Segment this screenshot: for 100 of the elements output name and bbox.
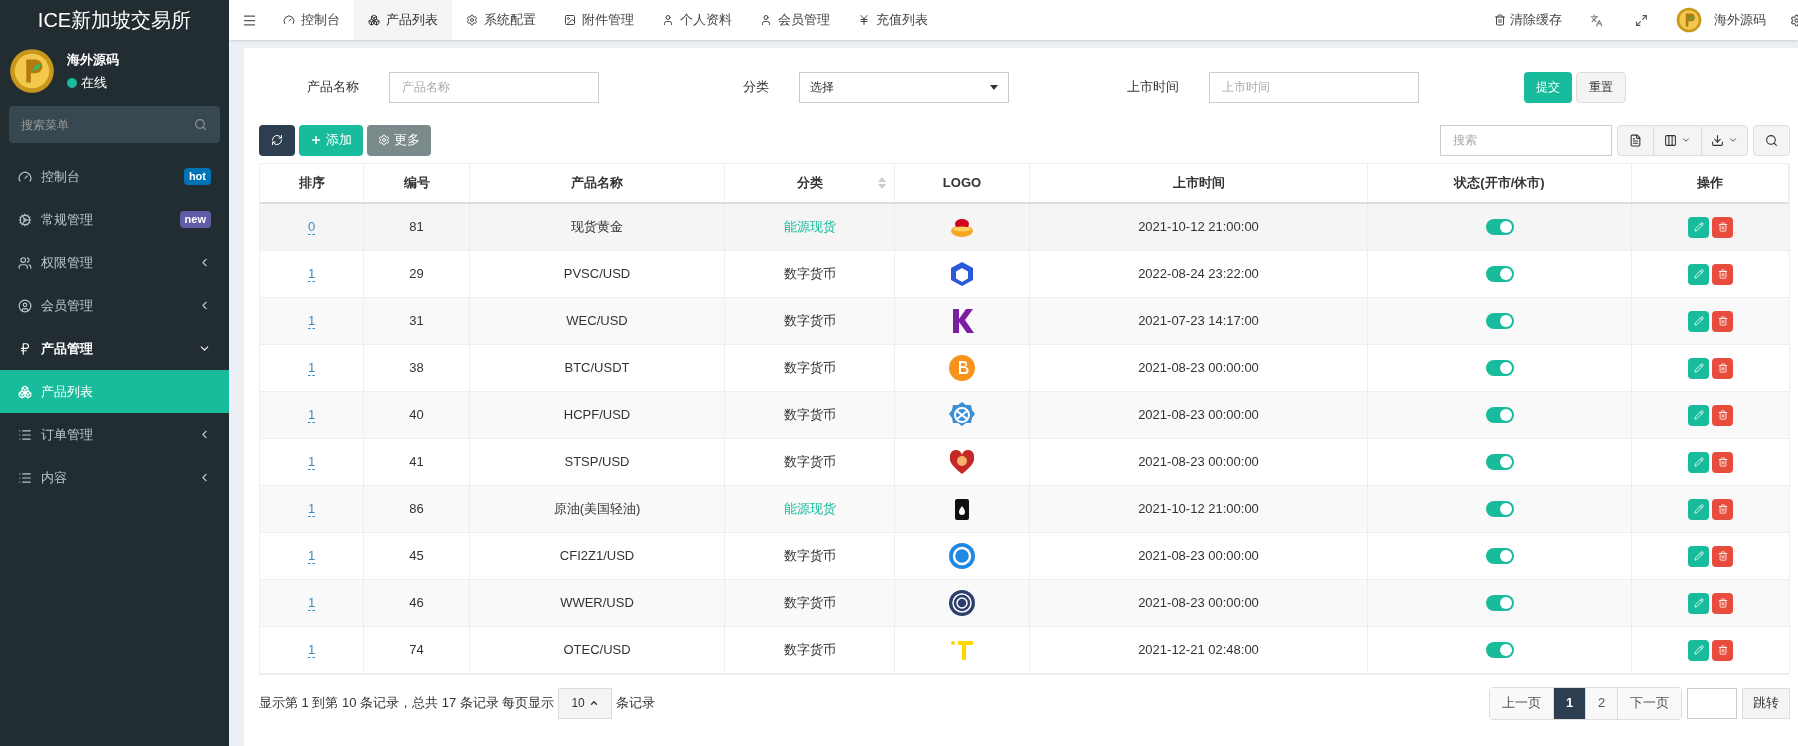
more-button[interactable]: 更多 [367,124,431,156]
status-toggle[interactable] [1485,548,1514,564]
filter-input[interactable]: 产品名称 [389,71,599,103]
table-cell-text: 2021-08-23 00:00:00 [1138,359,1259,378]
reset-button[interactable]: 重置 [1576,71,1626,103]
delete-button[interactable] [1712,310,1733,332]
table-cell-text: CFI2Z1/USD [559,547,635,566]
page-button[interactable]: 1 [1554,687,1586,719]
avatar-icon [1676,7,1702,33]
status-toggle[interactable] [1485,407,1514,423]
menu-search-field[interactable]: 搜索菜单 [9,106,220,143]
sidebar-item[interactable]: 权限管理 [0,241,229,284]
edit-button[interactable] [1688,639,1709,661]
nav-tab[interactable]: 会员管理 [746,0,844,40]
column-header[interactable]: 排序 [298,173,325,193]
status-toggle[interactable] [1485,313,1514,329]
delete-button[interactable] [1712,357,1733,379]
table-search-field[interactable]: 搜索 [1440,124,1612,156]
page-jump-field[interactable] [1687,687,1737,719]
toggle-view-button[interactable] [1617,124,1654,156]
knot-badge-icon [948,401,976,429]
edit-button[interactable] [1688,263,1709,285]
category-text: 能源现货 [783,500,836,519]
nav-tab[interactable]: 控制台 [269,0,354,40]
edit-button[interactable] [1688,545,1709,567]
image-icon [564,14,576,26]
column-header[interactable]: 上市时间 [1172,173,1225,193]
clear-cache-button[interactable]: 清除缓存 [1482,10,1574,30]
delete-button[interactable] [1712,216,1733,238]
refresh-button[interactable] [259,124,295,156]
pencil-icon [1693,551,1704,561]
sort-order-link[interactable]: 1 [307,454,316,470]
column-header[interactable]: 状态(开市/休市) [1454,173,1545,193]
nav-tab[interactable]: 充值列表 [844,0,942,40]
status-toggle[interactable] [1485,454,1514,470]
sidebar-item[interactable]: 常规管理 new [0,198,229,241]
nav-tab[interactable]: 产品列表 [354,0,452,40]
column-header[interactable]: 操作 [1697,173,1723,193]
filter-input[interactable]: 上市时间 [1209,71,1419,103]
sidebar-item[interactable]: 控制台 hot [0,155,229,198]
edit-button[interactable] [1688,357,1709,379]
plus-icon [310,134,322,146]
delete-button[interactable] [1712,498,1733,520]
user-name: 海外源码 [67,50,119,69]
sort-order-link[interactable]: 1 [307,642,316,658]
edit-button[interactable] [1688,404,1709,426]
delete-button[interactable] [1712,639,1733,661]
status-toggle[interactable] [1485,360,1514,376]
column-header[interactable]: LOGO [942,173,982,193]
sort-order-link[interactable]: 0 [307,219,316,235]
category-text: 数字货币 [783,265,836,284]
status-toggle[interactable] [1485,642,1514,658]
category-select[interactable]: 选择 [799,71,1009,103]
trash-icon [1717,222,1728,232]
edit-button[interactable] [1688,498,1709,520]
sidebar-item[interactable]: 内容 [0,456,229,499]
nav-tab[interactable]: 个人资料 [648,0,746,40]
columns-button[interactable] [1654,124,1701,156]
sort-order-link[interactable]: 1 [307,360,316,376]
edit-button[interactable] [1688,216,1709,238]
sort-order-link[interactable]: 1 [307,548,316,564]
export-button[interactable] [1701,124,1748,156]
page-button[interactable]: 2 [1586,687,1618,719]
trash-icon [1717,504,1728,514]
filter-label: 产品名称 [306,78,360,97]
search-button[interactable] [1753,124,1790,156]
table-cell-text: OTEC/USD [563,641,631,660]
edit-button[interactable] [1688,451,1709,473]
delete-button[interactable] [1712,451,1733,473]
column-header[interactable]: 产品名称 [571,173,623,193]
table-cell-text: WEC/USD [566,312,628,331]
prev-page-button[interactable]: 上一页 [1490,687,1554,719]
nav-tab[interactable]: 附件管理 [550,0,648,40]
user-name[interactable]: 海外源码 [1714,10,1766,30]
trash-icon [1717,645,1728,655]
pencil-icon [1693,410,1704,420]
edit-button[interactable] [1688,592,1709,614]
sidebar-item[interactable]: 会员管理 [0,284,229,327]
status-toggle[interactable] [1485,219,1514,235]
column-header[interactable]: 分类 [796,173,823,193]
sort-icon [878,177,886,189]
page-size-dropdown[interactable]: 10 [558,687,612,719]
status-toggle[interactable] [1485,501,1514,517]
sort-order-link[interactable]: 1 [307,266,316,282]
next-page-button[interactable]: 下一页 [1618,687,1681,719]
avatar-icon [9,48,55,94]
status-toggle[interactable] [1485,595,1514,611]
delete-button[interactable] [1712,545,1733,567]
delete-button[interactable] [1712,263,1733,285]
edit-button[interactable] [1688,310,1709,332]
column-header[interactable]: 编号 [403,173,430,193]
caret-icon [1681,135,1691,145]
nav-tab[interactable]: 系统配置 [452,0,550,40]
jump-button[interactable]: 跳转 [1742,687,1790,719]
sidebar-item[interactable]: 产品管理 [0,327,229,370]
delete-button[interactable] [1712,592,1733,614]
delete-button[interactable] [1712,404,1733,426]
expand-icon [1635,13,1648,27]
status-toggle[interactable] [1485,266,1514,282]
sidebar-item[interactable]: 订单管理 [0,413,229,456]
